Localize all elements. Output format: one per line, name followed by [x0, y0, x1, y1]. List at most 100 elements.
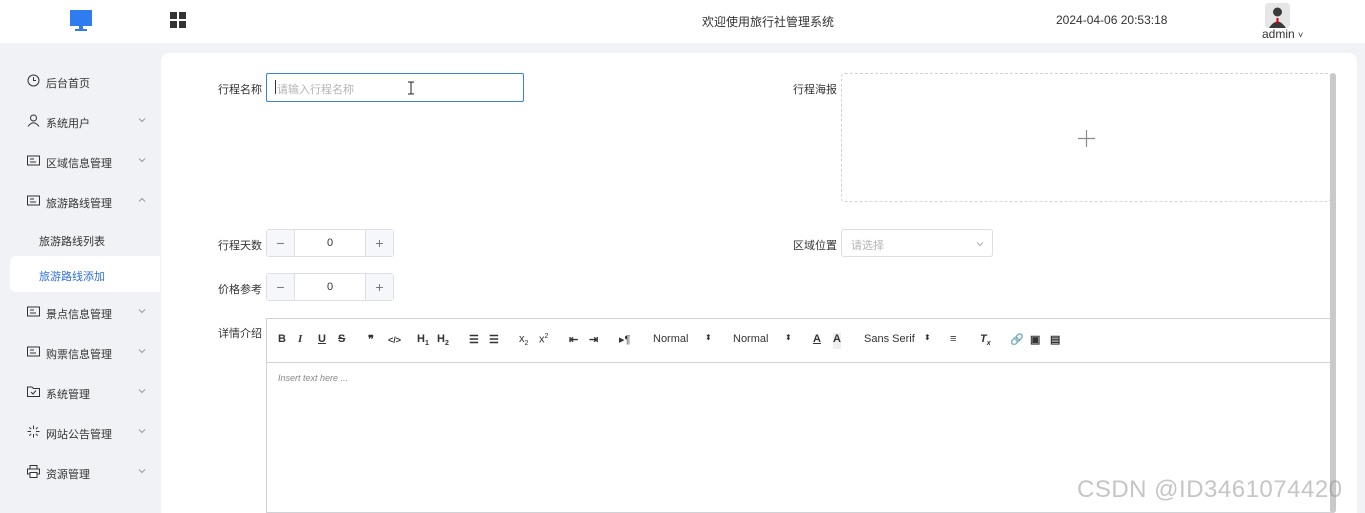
- sidebar-subitem-route-add[interactable]: 旅游路线添加: [10, 256, 160, 292]
- chevron-down-icon: [138, 118, 146, 123]
- sidebar-item-label: 区域信息管理: [46, 158, 112, 170]
- sidebar-item-region[interactable]: 区域信息管理: [0, 141, 160, 181]
- grid-icon[interactable]: [170, 12, 186, 28]
- background-color-icon[interactable]: A: [833, 333, 841, 349]
- folder-icon: [27, 386, 40, 397]
- days-label: 行程天数: [218, 240, 262, 252]
- indent-icon[interactable]: ⇥: [589, 333, 598, 349]
- chevron-down-icon: [138, 158, 146, 163]
- chevron-down-icon: [138, 309, 146, 314]
- monitor-icon: [70, 10, 92, 31]
- sidebar-item-label: 系统管理: [46, 389, 90, 401]
- route-name-placeholder: 请输入行程名称: [277, 84, 354, 96]
- sidebar-item-label: 景点信息管理: [46, 309, 112, 321]
- h1-icon[interactable]: H1: [417, 333, 429, 349]
- blockquote-icon[interactable]: ❞: [368, 333, 374, 349]
- bold-icon[interactable]: B: [278, 333, 286, 349]
- sidebar-item-users[interactable]: 系统用户: [0, 101, 160, 141]
- chevron-down-icon: [138, 469, 146, 474]
- detail-label: 详情介绍: [218, 328, 262, 340]
- price-stepper[interactable]: − 0 +: [266, 273, 394, 301]
- align-icon[interactable]: ≡: [950, 333, 956, 349]
- avatar[interactable]: [1265, 3, 1290, 28]
- sparkle-icon: [27, 425, 40, 438]
- price-value: 0: [326, 281, 334, 293]
- underline-icon[interactable]: U: [318, 333, 326, 349]
- ordered-list-icon[interactable]: ☰: [469, 333, 479, 349]
- days-stepper[interactable]: − 0 +: [266, 229, 394, 257]
- chevron-up-icon: [138, 197, 146, 202]
- sidebar-item-routes[interactable]: 旅游路线管理: [0, 181, 160, 221]
- card-icon: [27, 155, 40, 166]
- editor-toolbar: B I U S ❞ </> H1 H2 ☰ ☰ x2 x2 ⇤ ⇥ ▸¶ Nor…: [267, 319, 1331, 363]
- chevron-down-icon: ˅: [1298, 30, 1304, 40]
- font-select[interactable]: Sans Serif ⬍: [864, 333, 931, 349]
- clear-format-icon[interactable]: Tx: [980, 333, 991, 349]
- username: admin: [1262, 27, 1295, 41]
- code-icon[interactable]: </>: [388, 335, 401, 351]
- sidebar-item-scenic[interactable]: 景点信息管理: [0, 292, 160, 332]
- route-name-input[interactable]: 请输入行程名称: [266, 73, 524, 102]
- text-cursor: [275, 80, 276, 94]
- price-label: 价格参考: [218, 284, 262, 296]
- clock-icon: [27, 74, 40, 87]
- user-avatar-icon: [1265, 3, 1290, 28]
- sidebar-item-home[interactable]: 后台首页: [0, 61, 160, 101]
- sidebar-item-tickets[interactable]: 购票信息管理: [0, 332, 160, 372]
- current-datetime: 2024-04-06 20:53:18: [1056, 13, 1168, 27]
- chevron-down-icon: [138, 389, 146, 394]
- card-icon: [27, 306, 40, 317]
- increment-button[interactable]: +: [365, 230, 393, 256]
- sidebar-item-label: 网站公告管理: [46, 429, 112, 441]
- sidebar-item-label: 购票信息管理: [46, 349, 112, 361]
- italic-icon[interactable]: I: [298, 333, 302, 349]
- sidebar-item-label: 旅游路线管理: [46, 198, 112, 210]
- user-icon: [27, 114, 40, 127]
- sidebar-item-label: 系统用户: [46, 118, 90, 130]
- header-select-value: Normal: [653, 333, 689, 345]
- scrollbar[interactable]: [1330, 73, 1336, 513]
- sidebar-item-resources[interactable]: 资源管理: [0, 452, 160, 492]
- select-arrows-icon: ⬍: [785, 333, 792, 342]
- poster-upload[interactable]: [841, 73, 1331, 202]
- header-select[interactable]: Normal ⬍: [653, 333, 712, 349]
- region-select[interactable]: 请选择: [841, 229, 993, 257]
- outdent-icon[interactable]: ⇤: [569, 333, 578, 349]
- font-select-value: Sans Serif: [864, 333, 915, 345]
- increment-button[interactable]: +: [365, 274, 393, 300]
- subscript-icon[interactable]: x2: [519, 333, 528, 349]
- watermark: CSDN @ID3461074420: [1077, 476, 1343, 503]
- size-select[interactable]: Normal ⬍: [733, 333, 792, 349]
- ibeam-cursor-icon: [408, 81, 414, 95]
- bullet-list-icon[interactable]: ☰: [489, 333, 499, 349]
- sidebar-item-notices[interactable]: 网站公告管理: [0, 412, 160, 452]
- link-icon[interactable]: 🔗: [1010, 333, 1024, 349]
- size-select-value: Normal: [733, 333, 769, 345]
- user-menu[interactable]: admin ˅: [1262, 27, 1303, 41]
- top-header: 欢迎使用旅行社管理系统 2024-04-06 20:53:18 admin ˅: [0, 0, 1365, 43]
- h2-icon[interactable]: H2: [437, 333, 449, 349]
- text-direction-icon[interactable]: ▸¶: [619, 333, 630, 349]
- strike-icon[interactable]: S: [338, 333, 345, 349]
- image-icon[interactable]: ▣: [1030, 333, 1040, 349]
- welcome-title: 欢迎使用旅行社管理系统: [702, 15, 835, 29]
- days-value: 0: [326, 237, 334, 249]
- card-icon: [27, 346, 40, 357]
- chevron-down-icon: [976, 242, 984, 247]
- select-arrows-icon: ⬍: [924, 333, 931, 342]
- editor-placeholder[interactable]: Insert text here ...: [278, 373, 348, 383]
- text-color-icon[interactable]: A: [813, 333, 821, 349]
- sidebar-item-label: 后台首页: [46, 78, 90, 90]
- sidebar-item-system[interactable]: 系统管理: [0, 372, 160, 412]
- plus-icon: [1078, 130, 1095, 147]
- decrement-button[interactable]: −: [267, 230, 295, 256]
- region-label: 区域位置: [793, 240, 837, 252]
- decrement-button[interactable]: −: [267, 274, 295, 300]
- sidebar: 后台首页 系统用户 区域信息管理 旅游路线管理 旅游路线列表 旅游路线添加 景点…: [0, 43, 160, 513]
- video-icon[interactable]: ▤: [1050, 333, 1060, 349]
- sidebar-subitem-label: 旅游路线列表: [39, 236, 105, 248]
- chevron-down-icon: [138, 349, 146, 354]
- sidebar-subitem-route-list[interactable]: 旅游路线列表: [10, 221, 160, 257]
- superscript-icon[interactable]: x2: [539, 333, 548, 349]
- select-arrows-icon: ⬍: [705, 333, 712, 342]
